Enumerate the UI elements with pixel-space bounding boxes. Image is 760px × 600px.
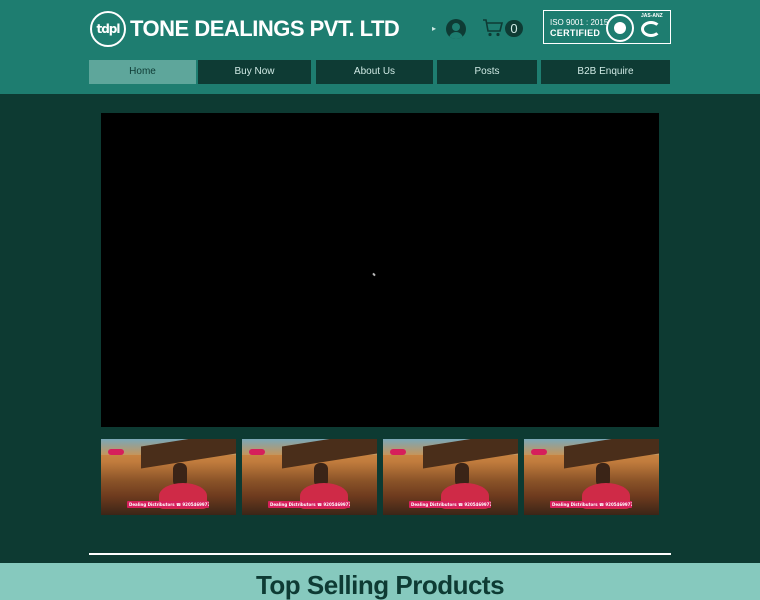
certification-standard: ISO 9001 : 2015 — [550, 18, 609, 27]
nav-buy-now[interactable]: Buy Now — [198, 60, 311, 84]
login-arrow-icon[interactable]: ▸ — [432, 24, 436, 33]
nav-home[interactable]: Home — [89, 60, 196, 84]
video-thumbnail[interactable]: Dealing Distributors ☎ 9205469977 — [524, 439, 659, 515]
video-thumbnail[interactable]: Dealing Distributors ☎ 9205469977 — [242, 439, 377, 515]
brand-badge-icon — [531, 449, 547, 455]
certification-label: CERTIFIED — [550, 28, 601, 38]
logo-mark: tdpl — [90, 11, 126, 47]
brand-badge-icon — [108, 449, 124, 455]
top-selling-section: Top Selling Products — [0, 563, 760, 600]
thumbnail-caption: Dealing Distributors ☎ 9205469977 — [550, 501, 632, 508]
site-header: tdpl TONE DEALINGS PVT. LTD ▸ 0 ISO 9001… — [0, 0, 760, 94]
thumbnail-caption: Dealing Distributors ☎ 9205469977 — [127, 501, 209, 508]
section-divider — [89, 553, 671, 555]
nav-b2b-enquire[interactable]: B2B Enquire — [541, 60, 670, 84]
cart-count-badge[interactable]: 0 — [505, 20, 523, 37]
accreditation-label: JAS-ANZ — [641, 13, 663, 19]
iso-certification-badge: ISO 9001 : 2015 CERTIFIED JAS-ANZ — [543, 10, 671, 44]
cart-icon[interactable] — [482, 18, 504, 38]
company-logo[interactable]: tdpl TONE DEALINGS PVT. LTD — [90, 11, 400, 47]
user-account-icon[interactable] — [446, 19, 466, 39]
thumbnail-caption: Dealing Distributors ☎ 9205469977 — [409, 501, 491, 508]
section-title: Top Selling Products — [255, 570, 505, 600]
loading-indicator-icon — [372, 272, 376, 277]
accreditation-logo-icon — [641, 21, 661, 37]
video-player[interactable] — [101, 113, 659, 427]
certification-seal-icon — [606, 14, 634, 42]
brand-badge-icon — [249, 449, 265, 455]
company-name: TONE DEALINGS PVT. LTD — [130, 16, 400, 41]
video-thumbnail[interactable]: Dealing Distributors ☎ 9205469977 — [101, 439, 236, 515]
video-thumbnail[interactable]: Dealing Distributors ☎ 9205469977 — [383, 439, 518, 515]
brand-badge-icon — [390, 449, 406, 455]
nav-posts[interactable]: Posts — [437, 60, 537, 84]
thumbnail-caption: Dealing Distributors ☎ 9205469977 — [268, 501, 350, 508]
nav-about-us[interactable]: About Us — [316, 60, 433, 84]
